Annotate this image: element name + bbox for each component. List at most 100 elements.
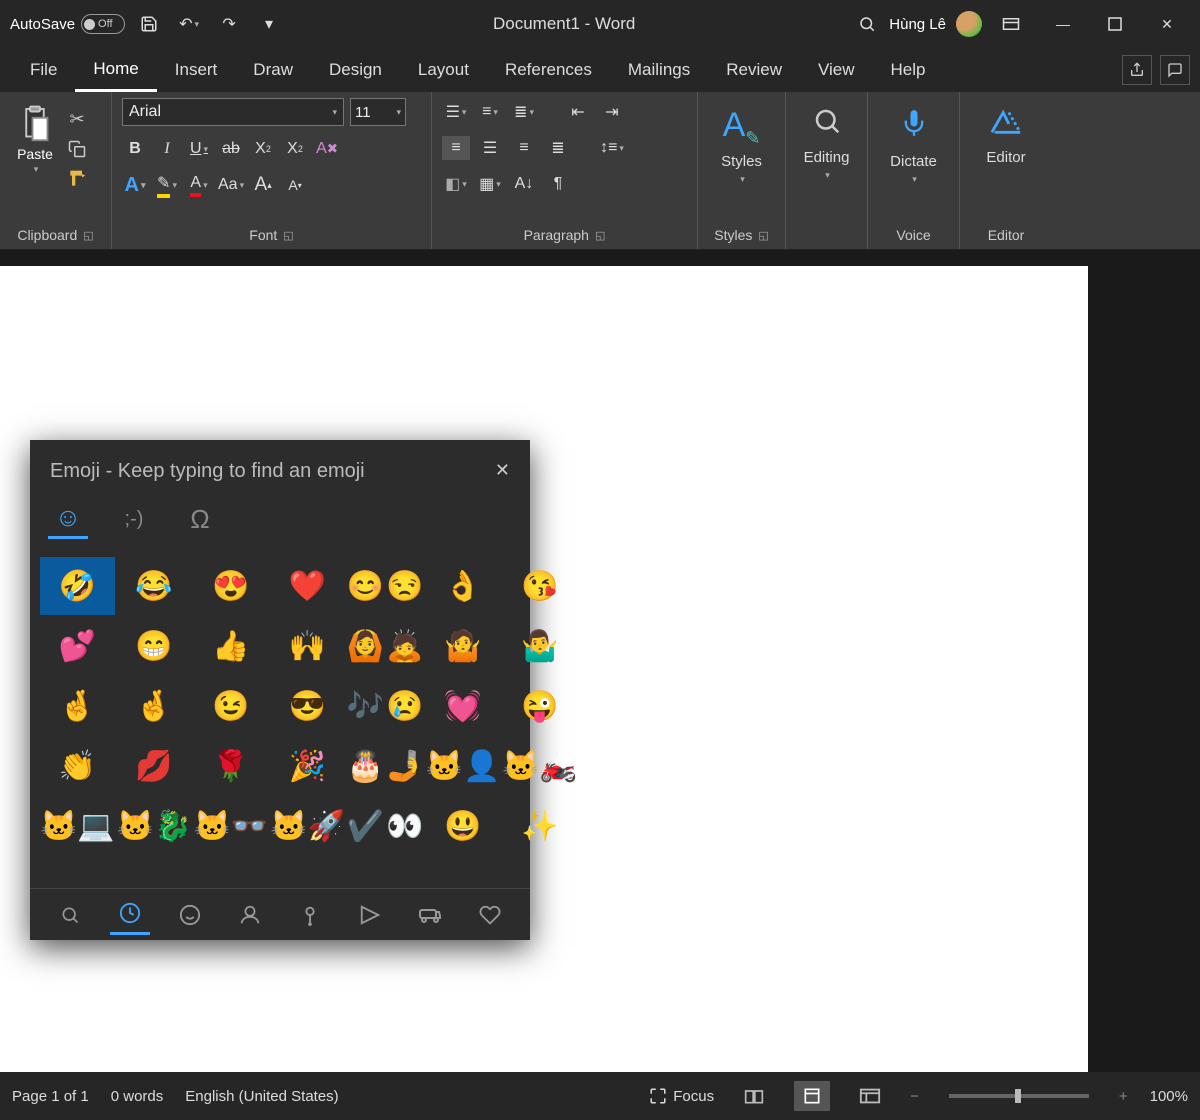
emoji-item[interactable]: 🎉: [270, 737, 345, 795]
italic-button[interactable]: I: [154, 136, 180, 162]
emoji-item[interactable]: 🙇: [386, 617, 423, 675]
highlight-icon[interactable]: ✎▾: [154, 172, 180, 198]
tab-draw[interactable]: Draw: [235, 50, 311, 90]
undo-icon[interactable]: ↶▾: [173, 8, 205, 40]
format-painter-icon[interactable]: [66, 168, 88, 190]
share-icon[interactable]: [1122, 55, 1152, 85]
emoji-cat-people-icon[interactable]: [230, 895, 270, 935]
emoji-item[interactable]: 🌹: [193, 737, 268, 795]
zoom-level[interactable]: 100%: [1150, 1088, 1188, 1105]
align-center-icon[interactable]: ☰: [476, 136, 504, 160]
customize-qat-icon[interactable]: ▾: [253, 8, 285, 40]
bullets-icon[interactable]: ☰▾: [442, 100, 470, 124]
emoji-tab-symbols[interactable]: Ω: [180, 499, 220, 539]
styles-button[interactable]: A✎ Styles ▾: [708, 98, 775, 185]
styles-launcher-icon[interactable]: ◱: [758, 229, 768, 242]
tab-insert[interactable]: Insert: [157, 50, 236, 90]
tab-file[interactable]: File: [12, 50, 75, 90]
emoji-close-icon[interactable]: ✕: [495, 460, 510, 481]
emoji-item[interactable]: 👀: [386, 797, 423, 855]
emoji-item[interactable]: ✔️: [347, 797, 384, 855]
user-avatar[interactable]: [956, 11, 982, 37]
align-left-icon[interactable]: ≡: [442, 136, 470, 160]
redo-icon[interactable]: ↷: [213, 8, 245, 40]
borders-icon[interactable]: ▦▾: [476, 172, 504, 196]
font-size-select[interactable]: 11▾: [350, 98, 406, 126]
emoji-item[interactable]: 🤷: [426, 617, 501, 675]
emoji-item[interactable]: 😁: [117, 617, 192, 675]
underline-button[interactable]: U▾: [186, 136, 212, 162]
emoji-item[interactable]: 💕: [40, 617, 115, 675]
tab-design[interactable]: Design: [311, 50, 400, 90]
font-name-select[interactable]: Arial▾: [122, 98, 344, 126]
shading-icon[interactable]: ◧▾: [442, 172, 470, 196]
emoji-item[interactable]: 😂: [117, 557, 192, 615]
editing-button[interactable]: Editing ▾: [796, 98, 857, 181]
maximize-icon[interactable]: [1092, 8, 1138, 40]
emoji-cat-hearts-icon[interactable]: [470, 895, 510, 935]
emoji-item[interactable]: 🤳: [386, 737, 423, 795]
tab-help[interactable]: Help: [873, 50, 944, 90]
emoji-item[interactable]: 🐱‍🐉: [117, 797, 192, 855]
emoji-item[interactable]: 🐱‍🏍: [502, 737, 577, 795]
emoji-tab-kaomoji[interactable]: ;-): [114, 499, 154, 539]
superscript-button[interactable]: X2: [282, 136, 308, 162]
chevron-down-icon[interactable]: ▾: [34, 164, 39, 175]
emoji-item[interactable]: 😉: [193, 677, 268, 735]
emoji-item[interactable]: 😘: [502, 557, 577, 615]
emoji-cat-recent-icon[interactable]: [110, 895, 150, 935]
grow-font-icon[interactable]: A▴: [250, 172, 276, 198]
emoji-item[interactable]: ✨: [502, 797, 577, 855]
emoji-item[interactable]: 🎂: [347, 737, 384, 795]
font-launcher-icon[interactable]: ◱: [283, 229, 293, 242]
status-language[interactable]: English (United States): [185, 1088, 338, 1105]
emoji-item[interactable]: 🐱‍🚀: [270, 797, 345, 855]
paragraph-launcher-icon[interactable]: ◱: [595, 229, 605, 242]
font-color-icon[interactable]: A▾: [186, 172, 212, 198]
emoji-item[interactable]: 🙆: [347, 617, 384, 675]
sort-icon[interactable]: A↓: [510, 172, 538, 196]
emoji-item[interactable]: 😜: [502, 677, 577, 735]
clipboard-launcher-icon[interactable]: ◱: [83, 229, 93, 242]
emoji-item[interactable]: 😍: [193, 557, 268, 615]
cut-icon[interactable]: ✂: [66, 108, 88, 130]
emoji-item[interactable]: 😊: [347, 557, 384, 615]
emoji-item[interactable]: 🤞: [40, 677, 115, 735]
tab-layout[interactable]: Layout: [400, 50, 487, 90]
emoji-item[interactable]: 👍: [193, 617, 268, 675]
emoji-item[interactable]: 😃: [426, 797, 501, 855]
emoji-item[interactable]: 👌: [426, 557, 501, 615]
emoji-item[interactable]: 😒: [386, 557, 423, 615]
line-spacing-icon[interactable]: ↕≡▾: [598, 136, 626, 160]
status-words[interactable]: 0 words: [111, 1088, 164, 1105]
multilevel-icon[interactable]: ≣▾: [510, 100, 538, 124]
ribbon-display-icon[interactable]: [988, 8, 1034, 40]
zoom-slider[interactable]: [949, 1094, 1089, 1098]
tab-home[interactable]: Home: [75, 49, 156, 92]
emoji-item[interactable]: 🤷‍♂️: [502, 617, 577, 675]
status-page[interactable]: Page 1 of 1: [12, 1088, 89, 1105]
tab-references[interactable]: References: [487, 50, 610, 90]
bold-button[interactable]: B: [122, 136, 148, 162]
zoom-thumb[interactable]: [1015, 1089, 1021, 1103]
emoji-item[interactable]: 🐱‍💻: [40, 797, 115, 855]
emoji-item[interactable]: 👏: [40, 737, 115, 795]
text-effects-icon[interactable]: A▾: [122, 172, 148, 198]
editor-button[interactable]: Editor: [970, 98, 1042, 166]
emoji-item[interactable]: 😎: [270, 677, 345, 735]
web-layout-icon[interactable]: [852, 1081, 888, 1111]
align-right-icon[interactable]: ≡: [510, 136, 538, 160]
show-marks-icon[interactable]: ¶: [544, 172, 572, 196]
emoji-cat-food-icon[interactable]: [350, 895, 390, 935]
save-icon[interactable]: [133, 8, 165, 40]
read-mode-icon[interactable]: [736, 1081, 772, 1111]
emoji-item[interactable]: 🐱‍👓: [193, 797, 268, 855]
decrease-indent-icon[interactable]: ⇤: [564, 100, 592, 124]
autosave-control[interactable]: AutoSave Off: [10, 14, 125, 34]
subscript-button[interactable]: X2: [250, 136, 276, 162]
emoji-item[interactable]: 🐱‍👤: [426, 737, 501, 795]
minimize-icon[interactable]: ―: [1040, 8, 1086, 40]
comments-icon[interactable]: [1160, 55, 1190, 85]
emoji-item[interactable]: 🤣: [40, 557, 115, 615]
print-layout-icon[interactable]: [794, 1081, 830, 1111]
